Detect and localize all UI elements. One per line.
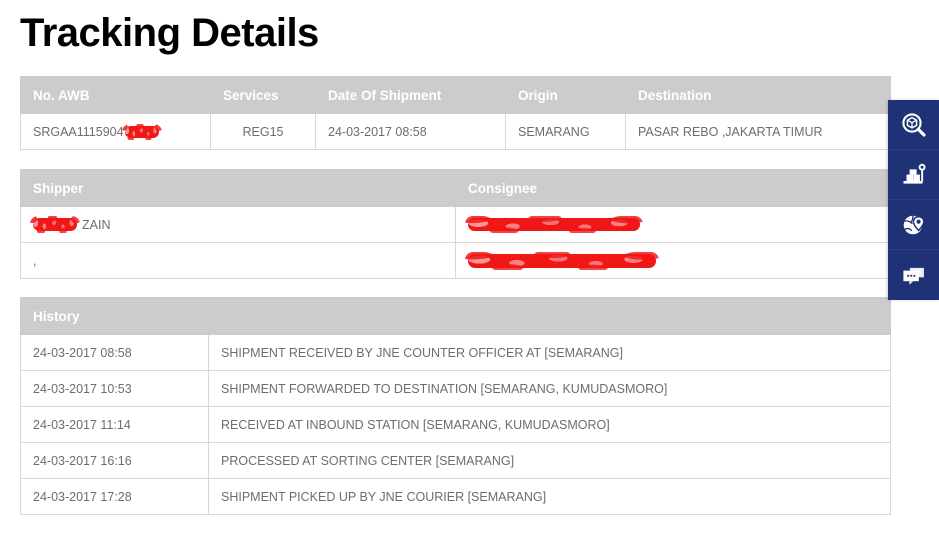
- table-header-row: History: [19, 297, 892, 335]
- awb-value: SRGAA1115904: [33, 124, 124, 139]
- history-table: History 24-03-2017 08:58 SHIPMENT RECEIV…: [19, 297, 892, 515]
- column-header-history: History: [19, 297, 892, 335]
- package-search-icon: [900, 111, 928, 139]
- table-row: SRGAA1115904 REG15 24-03-2017 08:58 SEMA…: [20, 113, 891, 150]
- globe-location-pin-icon: [900, 211, 928, 239]
- cell-history-status: PROCESSED AT SORTING CENTER [SEMARANG]: [207, 442, 892, 479]
- table-row: ZAIN: [20, 206, 891, 243]
- side-rail: [888, 100, 939, 300]
- rail-button-chat[interactable]: [888, 250, 939, 300]
- page-title: Tracking Details: [20, 11, 319, 55]
- column-header-origin: Origin: [505, 76, 626, 114]
- redaction-mark: [30, 216, 80, 233]
- cell-origin: SEMARANG: [505, 113, 626, 150]
- cell-shipper-name: ZAIN: [20, 206, 456, 243]
- redaction-mark: [465, 216, 643, 233]
- chat-bubbles-icon: [900, 261, 928, 289]
- weighing-scale-boxes-icon: [900, 161, 928, 189]
- cell-history-status: SHIPMENT FORWARDED TO DESTINATION [SEMAR…: [207, 370, 892, 407]
- cell-services: REG15: [210, 113, 316, 150]
- cell-consignee-name: [455, 206, 891, 243]
- cell-awb: SRGAA1115904: [20, 113, 211, 150]
- column-header-destination: Destination: [625, 76, 891, 114]
- table-header-row: Shipper Consignee: [20, 169, 891, 207]
- cell-history-time: 24-03-2017 10:53: [20, 370, 209, 407]
- column-header-date: Date Of Shipment: [315, 76, 506, 114]
- cell-shipper-address: ,: [20, 242, 456, 279]
- rail-button-tracking[interactable]: [888, 100, 939, 150]
- cell-history-time: 24-03-2017 08:58: [20, 334, 209, 371]
- cell-destination: PASAR REBO ,JAKARTA TIMUR: [625, 113, 891, 150]
- tracking-details-page: Tracking Details No. AWB Services Date O…: [0, 0, 939, 541]
- cell-date: 24-03-2017 08:58: [315, 113, 506, 150]
- table-row: 24-03-2017 17:28 SHIPMENT PICKED UP BY J…: [20, 478, 892, 515]
- cell-history-status: SHIPMENT PICKED UP BY JNE COURIER [SEMAR…: [207, 478, 892, 515]
- cell-consignee-address: [455, 242, 891, 279]
- table-row: 24-03-2017 10:53 SHIPMENT FORWARDED TO D…: [20, 370, 892, 407]
- redaction-mark: [121, 123, 162, 140]
- parties-table: Shipper Consignee ZAIN ,: [20, 169, 891, 279]
- column-header-awb: No. AWB: [20, 76, 211, 114]
- column-header-services: Services: [210, 76, 316, 114]
- table-row: 24-03-2017 11:14 RECEIVED AT INBOUND STA…: [20, 406, 892, 443]
- table-row: 24-03-2017 08:58 SHIPMENT RECEIVED BY JN…: [20, 334, 892, 371]
- column-header-shipper: Shipper: [20, 169, 456, 207]
- cell-history-time: 24-03-2017 11:14: [20, 406, 209, 443]
- column-header-consignee: Consignee: [455, 169, 891, 207]
- cell-history-status: RECEIVED AT INBOUND STATION [SEMARANG, K…: [207, 406, 892, 443]
- table-header-row: No. AWB Services Date Of Shipment Origin…: [20, 76, 891, 114]
- rail-button-shipping-rate[interactable]: [888, 150, 939, 200]
- cell-history-time: 24-03-2017 16:16: [20, 442, 209, 479]
- shipper-value: ZAIN: [82, 217, 111, 232]
- shipment-summary-table: No. AWB Services Date Of Shipment Origin…: [20, 76, 891, 150]
- cell-history-time: 24-03-2017 17:28: [20, 478, 209, 515]
- table-row: ,: [20, 242, 891, 279]
- rail-button-nearest-location[interactable]: [888, 200, 939, 250]
- cell-history-status: SHIPMENT RECEIVED BY JNE COUNTER OFFICER…: [207, 334, 892, 371]
- table-row: 24-03-2017 16:16 PROCESSED AT SORTING CE…: [20, 442, 892, 479]
- redaction-mark: [465, 251, 659, 270]
